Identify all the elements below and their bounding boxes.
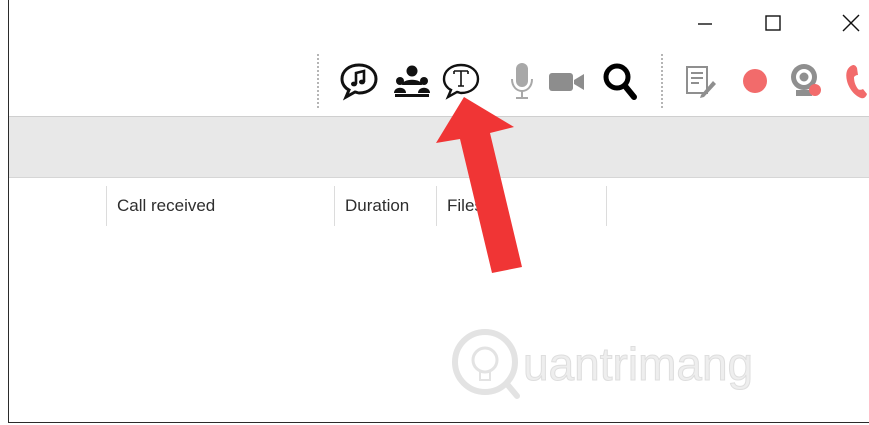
minimize-button[interactable] <box>682 0 728 46</box>
video-call-button[interactable] <box>547 61 587 101</box>
close-button[interactable] <box>828 0 869 46</box>
video-camera-icon <box>549 73 584 91</box>
column-call-received[interactable]: Call received <box>106 186 334 226</box>
minimize-icon <box>698 23 712 25</box>
webcam-record-button[interactable] <box>785 61 825 101</box>
record-button[interactable] <box>735 61 775 101</box>
group-button[interactable] <box>392 61 432 101</box>
toolbar-separator <box>661 54 663 108</box>
title-bar <box>9 0 869 46</box>
phone-icon <box>846 65 867 99</box>
maximize-icon <box>765 15 781 31</box>
search-button[interactable] <box>600 61 640 101</box>
app-window: Call received Duration Files uantrimang <box>8 0 869 423</box>
maximize-button[interactable] <box>750 0 796 46</box>
watermark-text: uantrimang <box>523 338 753 390</box>
webcam-record-icon <box>791 64 821 96</box>
phone-button[interactable] <box>839 61 869 101</box>
group-icon <box>394 65 430 97</box>
notes-button[interactable] <box>679 61 719 101</box>
search-icon <box>603 63 637 100</box>
column-divider <box>606 186 616 226</box>
music-chat-icon <box>340 63 378 101</box>
watermark-logo: uantrimang <box>452 329 754 399</box>
notes-icon <box>686 66 716 98</box>
toolbar-separator <box>317 54 319 108</box>
red-arrow-annotation <box>436 97 522 273</box>
close-icon <box>842 14 860 32</box>
column-duration[interactable]: Duration <box>334 186 436 226</box>
column-label: Call received <box>117 196 216 215</box>
column-label: Duration <box>345 196 410 215</box>
music-chat-button[interactable] <box>339 61 379 101</box>
record-icon <box>743 69 767 93</box>
